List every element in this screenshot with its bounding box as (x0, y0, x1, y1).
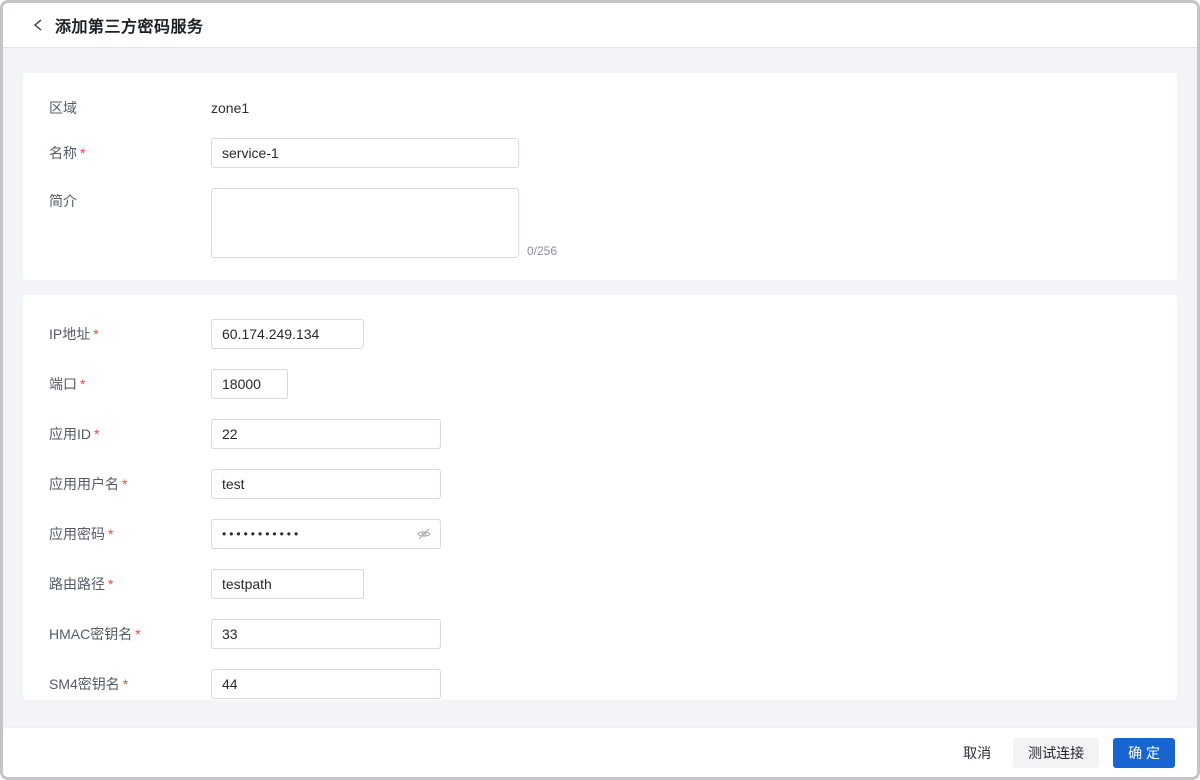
app-username-input[interactable] (211, 469, 441, 499)
form-row-app-username: 应用用户名 * (49, 469, 1151, 499)
eye-invisible-icon[interactable] (416, 526, 432, 542)
port-input[interactable] (211, 369, 288, 399)
form-row-zone: 区域 zone1 (49, 93, 1151, 123)
sm4-key-label: SM4密钥名 * (49, 676, 129, 692)
route-path-input[interactable] (211, 569, 364, 599)
zone-value: zone1 (211, 100, 250, 116)
basic-info-card: 区域 zone1 名称* 简介 0/256 (23, 73, 1177, 280)
required-mark: * (122, 476, 128, 492)
app-password-label: 应用密码 * (49, 526, 114, 542)
desc-textarea[interactable] (211, 188, 519, 258)
form-row-name: 名称 * (49, 138, 1151, 168)
app-password-wrap (211, 519, 441, 549)
add-third-party-crypto-service-page: 添加第三方密码服务 区域 zone1 名称* 简介 (0, 0, 1200, 780)
hmac-key-label: HMAC密钥名 * (49, 626, 141, 642)
desc-textarea-wrap: 0/256 (211, 188, 557, 258)
form-content: 区域 zone1 名称* 简介 0/256 (3, 48, 1197, 727)
required-mark: * (108, 576, 114, 592)
back-button[interactable] (30, 17, 46, 33)
form-row-sm4-key: SM4密钥名 * (49, 669, 1151, 699)
route-path-label: 路由路径 * (49, 576, 114, 592)
cancel-button[interactable]: 取消 (955, 738, 999, 768)
name-input[interactable] (211, 138, 519, 168)
hmac-key-input[interactable] (211, 619, 441, 649)
page-header: 添加第三方密码服务 (3, 3, 1197, 48)
form-row-route-path: 路由路径 * (49, 569, 1151, 599)
required-mark: * (122, 676, 129, 692)
footer-action-bar: 取消 测试连接 确 定 (3, 727, 1197, 777)
app-id-input[interactable] (211, 419, 441, 449)
page-title: 添加第三方密码服务 (55, 19, 204, 36)
chevron-left-icon (33, 19, 42, 31)
sm4-key-input[interactable] (211, 669, 441, 699)
port-label: 端口 * (49, 376, 86, 392)
form-row-port: 端口 * (49, 369, 1151, 399)
required-mark: * (93, 326, 99, 342)
zone-label: 区域 (49, 100, 77, 116)
app-password-input[interactable] (211, 519, 441, 549)
required-mark: * (80, 376, 86, 392)
required-mark: * (108, 526, 114, 542)
test-connection-button[interactable]: 测试连接 (1013, 737, 1100, 768)
connection-info-card: IP地址* 端口* 应用ID* 应用用户名* (23, 295, 1177, 700)
ip-input[interactable] (211, 319, 364, 349)
required-mark: * (135, 626, 141, 642)
app-username-label: 应用用户名 * (49, 476, 128, 492)
form-row-ip: IP地址 * (49, 319, 1151, 349)
form-row-hmac-key: HMAC密钥名 * (49, 619, 1151, 649)
char-counter: 0/256 (527, 244, 558, 258)
name-label: 名称 * (49, 145, 86, 161)
ip-label: IP地址 * (49, 326, 99, 342)
desc-label: 简介 (49, 193, 77, 209)
required-mark: * (80, 145, 86, 161)
form-row-app-id: 应用ID * (49, 419, 1151, 449)
form-row-desc: 简介 0/256 (49, 188, 1151, 258)
required-mark: * (94, 426, 100, 442)
app-id-label: 应用ID * (49, 426, 100, 442)
form-row-app-password: 应用密码 * (49, 519, 1151, 549)
confirm-button[interactable]: 确 定 (1113, 737, 1175, 768)
